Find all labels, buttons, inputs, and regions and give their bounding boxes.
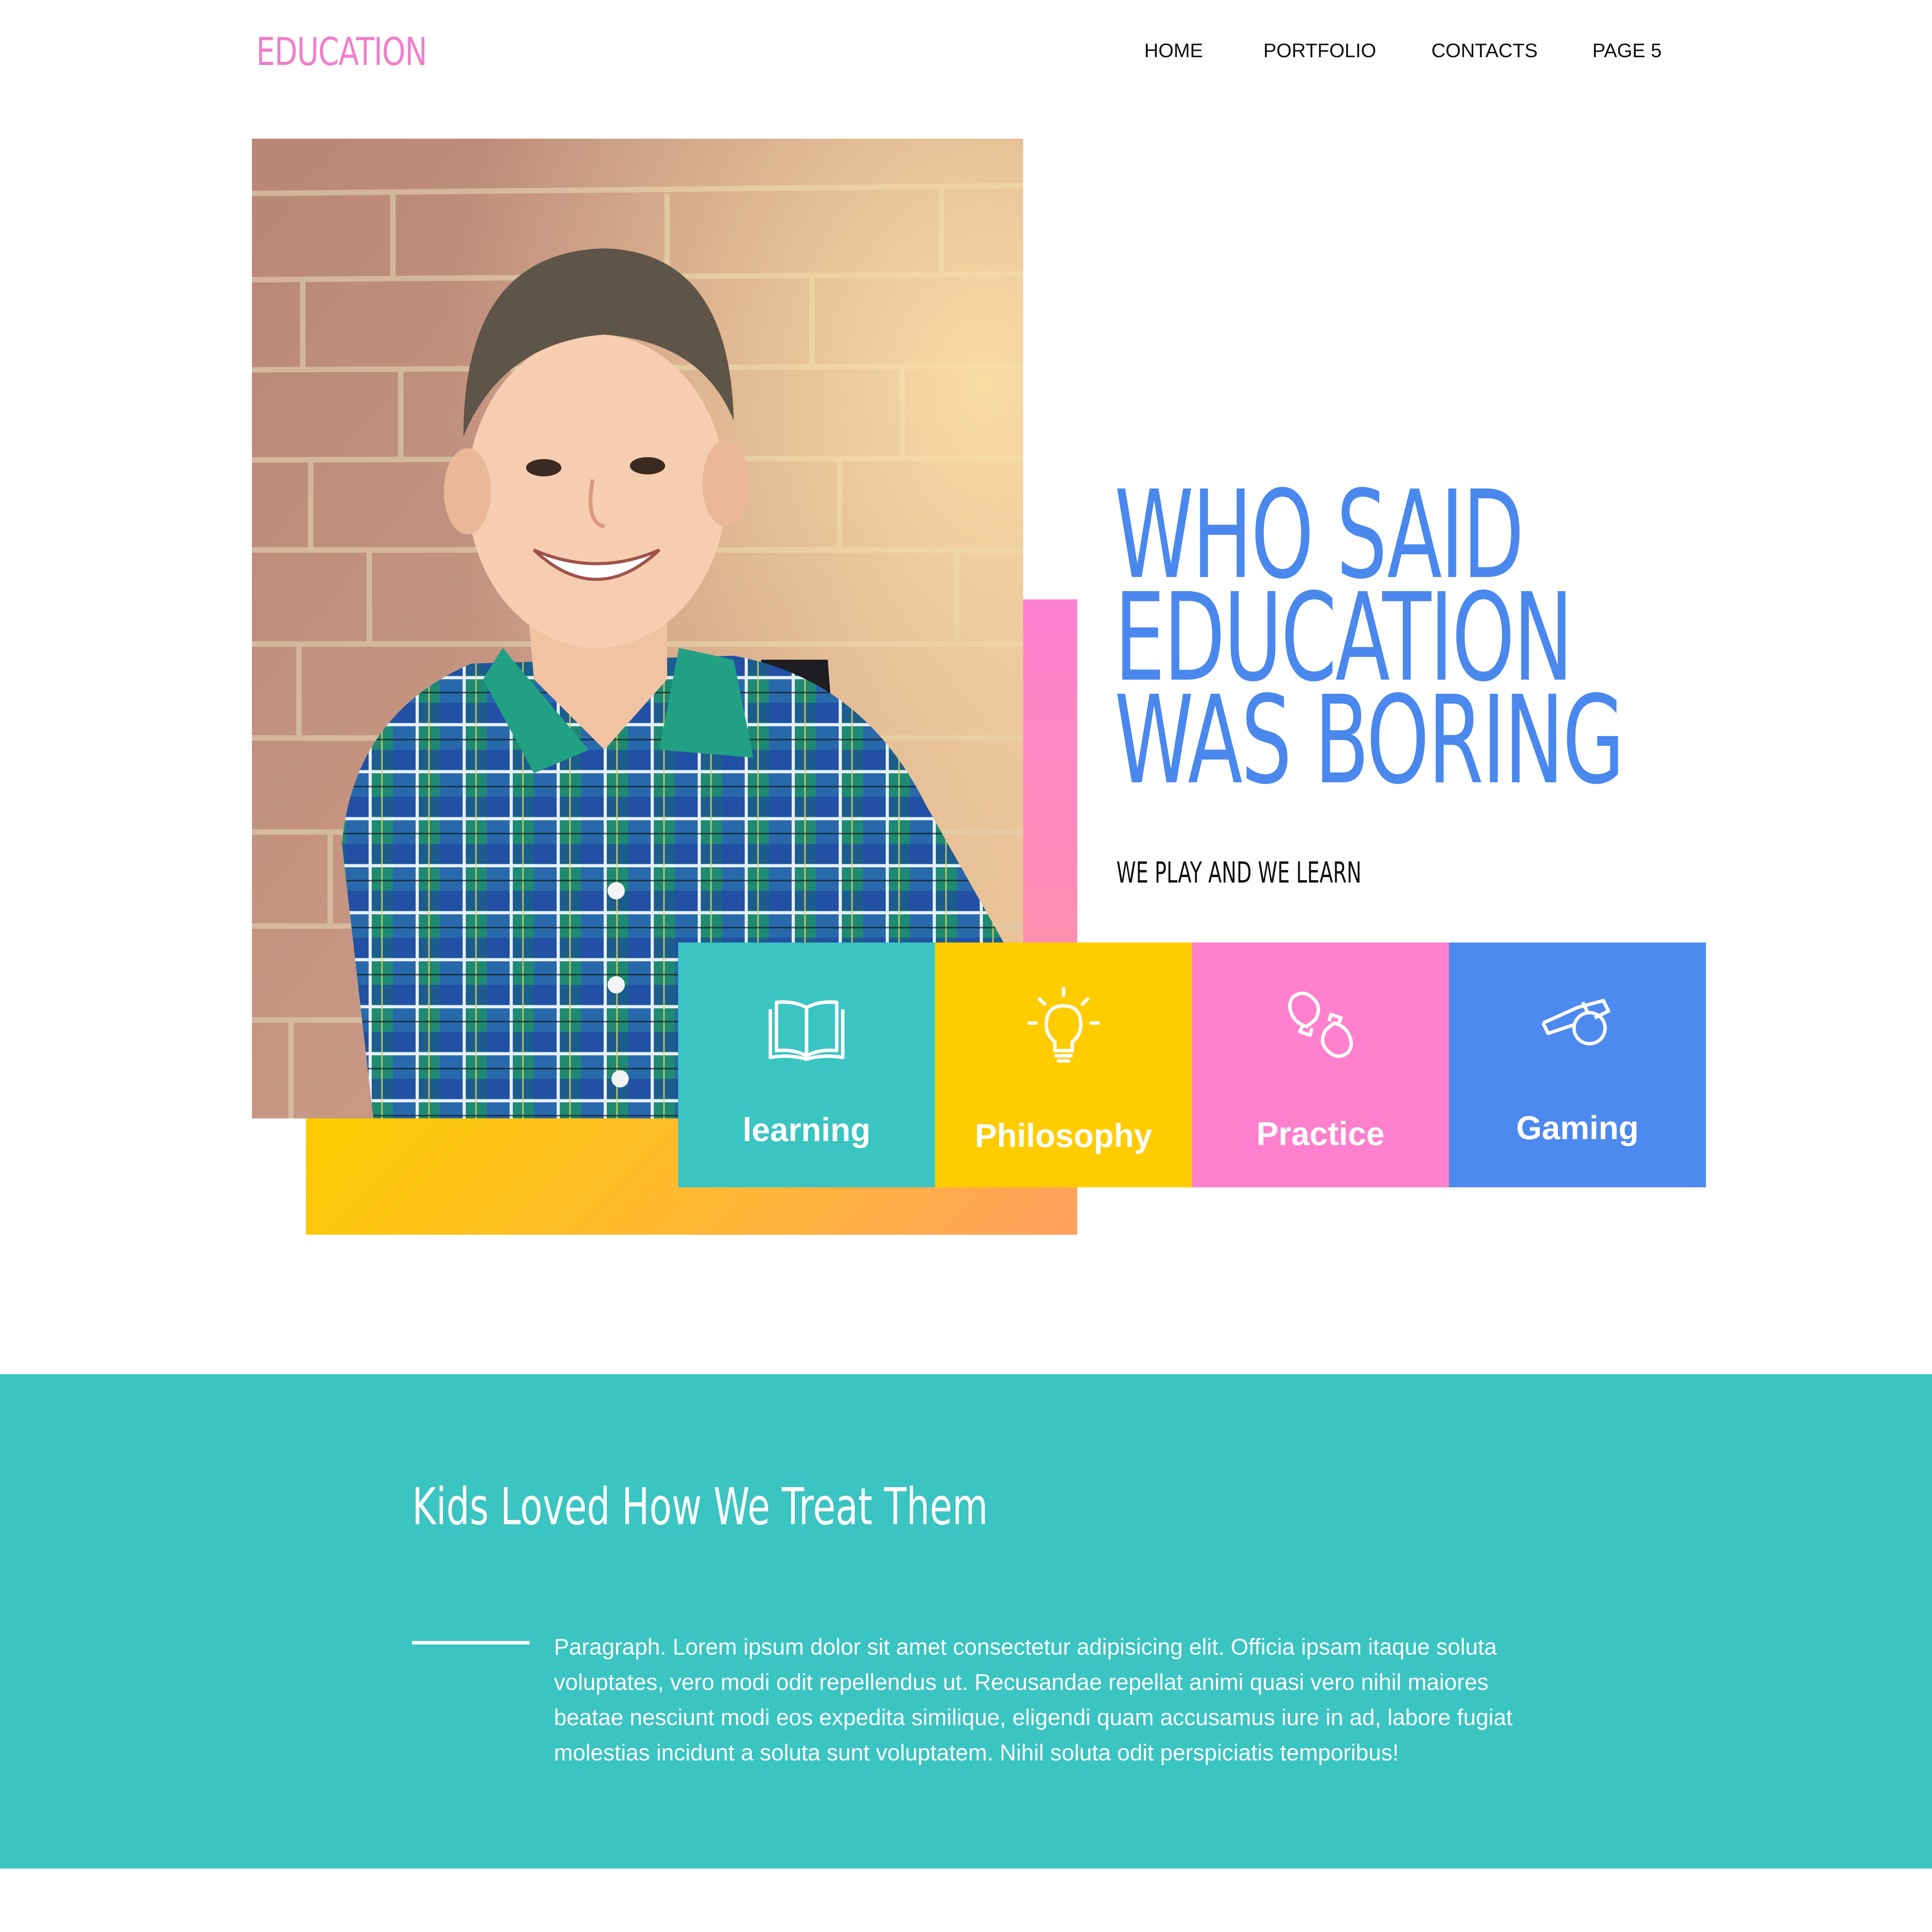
nav-portfolio[interactable]: PORTFOLIO xyxy=(1263,39,1376,62)
whistle-icon xyxy=(1541,999,1610,1046)
lightbulb-icon xyxy=(1027,987,1100,1063)
tile-practice-label: Practice xyxy=(1256,1115,1385,1152)
tile-gaming[interactable]: Gaming xyxy=(1449,942,1706,1187)
testimonial-section xyxy=(0,1374,1932,1869)
open-book-icon xyxy=(769,1000,845,1061)
tile-learning-label: learning xyxy=(742,1111,871,1148)
boxing-gloves-icon xyxy=(1288,991,1353,1058)
hero-subheading: WE PLAY AND WE LEARN xyxy=(1116,856,1362,890)
hero-headline-line-3: WAS BORING xyxy=(1114,670,1624,811)
testimonial-title: Kids Loved How We Treat Them xyxy=(412,1477,988,1536)
tile-practice[interactable]: Practice xyxy=(1192,942,1449,1187)
testimonial-divider xyxy=(412,1641,530,1644)
nav-home[interactable]: HOME xyxy=(1144,39,1203,62)
tile-philosophy-label: Philosophy xyxy=(975,1117,1152,1154)
nav-contacts[interactable]: CONTACTS xyxy=(1431,39,1538,62)
nav-page-5[interactable]: PAGE 5 xyxy=(1592,39,1662,62)
hero-headline: WHO SAID EDUCATION WAS BORING xyxy=(1114,475,1702,811)
tile-gaming-label: Gaming xyxy=(1516,1109,1639,1146)
site-logo[interactable]: EDUCATION xyxy=(256,30,427,74)
tile-philosophy[interactable]: Philosophy xyxy=(935,942,1192,1187)
decor-pink-bar xyxy=(1023,599,1077,942)
testimonial-paragraph: Paragraph. Lorem ipsum dolor sit amet co… xyxy=(554,1634,1513,1766)
tile-learning[interactable]: learning xyxy=(678,942,935,1187)
